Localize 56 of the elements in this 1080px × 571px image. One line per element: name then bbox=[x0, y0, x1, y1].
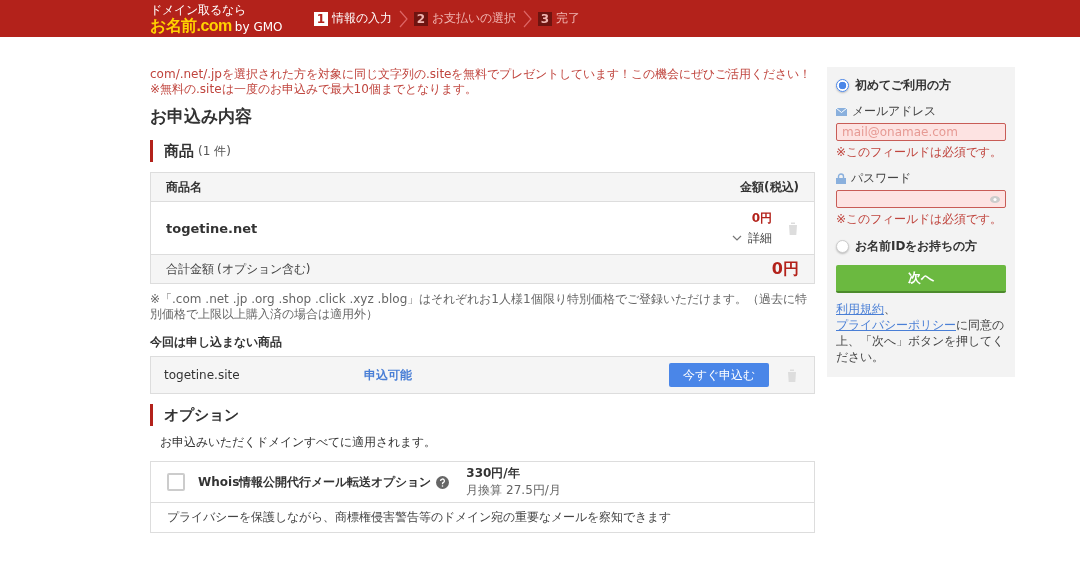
radio-button[interactable] bbox=[836, 79, 849, 92]
error-message: ※このフィールドは必須です。 bbox=[836, 144, 1004, 161]
radio-label: 初めてご利用の方 bbox=[855, 77, 951, 94]
column-header: 金額(税込) bbox=[740, 178, 799, 196]
checkbox[interactable] bbox=[167, 473, 185, 491]
chevron-icon bbox=[398, 9, 408, 28]
trash-icon bbox=[785, 367, 799, 383]
step-label: 完了 bbox=[556, 10, 580, 27]
error-message: ※このフィールドは必須です。 bbox=[836, 211, 1004, 228]
option-description: プライバシーを保護しながら、商標権侵害警告等のドメイン宛の重要なメールを察知できます bbox=[151, 502, 814, 532]
terms-link[interactable]: 利用規約 bbox=[836, 302, 884, 316]
details-toggle[interactable]: 詳細 bbox=[748, 229, 772, 247]
page-title: お申込み内容 bbox=[150, 105, 253, 128]
chevron-icon bbox=[522, 9, 532, 28]
step-label: お支払いの選択 bbox=[432, 10, 516, 27]
email-field[interactable]: mail@onamae.com bbox=[836, 123, 1006, 141]
trash-icon bbox=[786, 220, 800, 236]
total-note: (オプション含む) bbox=[217, 260, 311, 278]
notice-text: ※無料の.siteは一度のお申込みで最大10個までとなります。 bbox=[150, 82, 478, 97]
total-label: 合計金額 bbox=[166, 260, 214, 278]
domain-name: togetine.site bbox=[164, 368, 241, 382]
section-subtitle: 今回は申し込まない商品 bbox=[150, 334, 283, 351]
step-label: 情報の入力 bbox=[332, 10, 392, 27]
description-text: お申込みいただくドメインすべてに適用されます。 bbox=[159, 434, 437, 451]
step-number: 2 bbox=[414, 11, 428, 26]
notice-text: com/.net/.jpを選択された方を対象に同じ文字列の.siteを無料でプレゼントしています！この機会にぜひご活用ください！ bbox=[150, 67, 813, 82]
section-title: 商品 bbox=[164, 141, 194, 161]
item-count: (1 件) bbox=[198, 142, 231, 160]
step-number: 3 bbox=[538, 11, 552, 26]
status-label: 申込可能 bbox=[364, 366, 413, 384]
terms-text: 利用規約、 プライバシーポリシーに同意の上、「次へ」ボタンを押してください。 bbox=[836, 301, 1005, 365]
footnote: ※「.com .net .jp .org .shop .click .xyz .blog」はそれぞれお1人様1個限り特別価格でご登録いただけます。（過去に特別価格で上限以上購入済の場合は適用外） bbox=[150, 292, 808, 322]
logo: お名前.com bbox=[150, 16, 232, 34]
help-icon bbox=[436, 475, 450, 489]
radio-button[interactable] bbox=[836, 240, 849, 253]
eye-icon bbox=[990, 195, 1000, 203]
section-title: オプション bbox=[164, 405, 239, 425]
price: 0円 bbox=[751, 209, 772, 227]
radio-label: お名前IDをお持ちの方 bbox=[855, 238, 978, 255]
step-number: 1 bbox=[314, 11, 328, 26]
privacy-link[interactable]: プライバシーポリシー bbox=[836, 318, 956, 332]
next-button[interactable]: 次へ bbox=[836, 265, 1006, 293]
apply-button[interactable]: 今すぐ申込む bbox=[669, 363, 769, 387]
total-price: 0円 bbox=[771, 258, 799, 280]
domain-name: togetine.net bbox=[166, 220, 258, 236]
column-header: 商品名 bbox=[166, 178, 202, 196]
field-label: パスワード bbox=[851, 170, 911, 187]
mail-icon bbox=[836, 107, 847, 116]
option-name: Whois情報公開代行メール転送オプション bbox=[198, 473, 432, 491]
password-field[interactable] bbox=[836, 190, 1006, 208]
monthly-price: 月換算 27.5円/月 bbox=[466, 482, 561, 499]
lock-icon bbox=[836, 173, 846, 184]
option-price: 330円/年 bbox=[466, 465, 521, 482]
field-label: メールアドレス bbox=[852, 103, 936, 120]
logo-byline: by GMO bbox=[234, 20, 283, 34]
logo-tagline: ドメイン取るなら bbox=[150, 3, 247, 17]
